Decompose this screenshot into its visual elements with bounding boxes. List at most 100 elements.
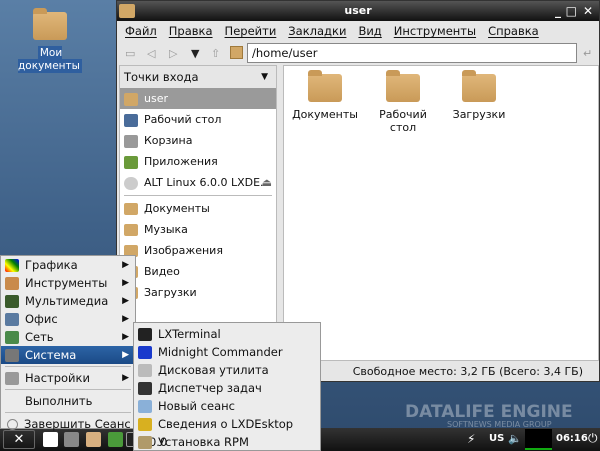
minimize-button[interactable]: _ [555, 1, 561, 21]
menu-tools[interactable]: Инструменты [394, 21, 476, 41]
menu-item-label: Новый сеанс [158, 399, 235, 413]
new-session-icon [138, 400, 152, 413]
submenu-item-mc[interactable]: Midnight Commander [134, 343, 320, 361]
submenu-arrow-icon: ▶ [122, 296, 129, 306]
back-icon[interactable]: ◁ [147, 47, 155, 60]
submenu-item-task-manager[interactable]: Диспетчер задач [134, 379, 320, 397]
desktop-icon-label: Мои документы [18, 46, 82, 73]
submenu-item-about[interactable]: Сведения о LXDEsktop 6.0.0 [134, 415, 320, 449]
desktop-icon-my-documents[interactable]: Мои документы [10, 8, 90, 73]
file-item[interactable]: Рабочий стол [368, 70, 438, 134]
network-icon [5, 331, 19, 344]
menu-item-run[interactable]: Выполнить [1, 392, 135, 410]
menu-edit[interactable]: Правка [169, 21, 213, 41]
network-status-icon[interactable]: ⚡ [467, 432, 475, 446]
sidebar-item-user[interactable]: user [120, 88, 276, 109]
task-manager-icon [138, 382, 152, 395]
settings-icon [5, 372, 19, 385]
history-dropdown-icon[interactable]: ▼ [191, 47, 199, 60]
tools-icon [5, 277, 19, 290]
file-item[interactable]: Загрузки [444, 70, 514, 121]
sidebar-item-label: Документы [144, 202, 210, 215]
menu-item-label: Дисковая утилита [158, 363, 269, 377]
folder-icon [124, 224, 138, 236]
menu-bar: Файл Правка Перейти Закладки Вид Инструм… [117, 21, 599, 41]
volume-icon[interactable]: 🔈 [508, 432, 522, 445]
watermark-title: DATALIFE ENGINE [405, 402, 573, 422]
browser-icon[interactable] [108, 432, 123, 447]
cpu-graph [525, 429, 552, 450]
sidebar-item-applications[interactable]: Приложения [120, 151, 276, 172]
address-input[interactable]: /home/user [247, 43, 577, 63]
graphics-icon [5, 259, 19, 272]
menu-item-network[interactable]: Сеть ▶ [1, 328, 135, 346]
title-bar[interactable]: user _ □ ✕ [117, 1, 599, 21]
menu-item-label: Midnight Commander [158, 345, 283, 359]
start-menu: Графика ▶ Инструменты ▶ Мультимедиа ▶ Офис ▶… [0, 255, 136, 431]
menu-item-label: Графика [25, 258, 78, 272]
menu-file[interactable]: Файл [125, 21, 157, 41]
media-player-icon[interactable] [64, 432, 79, 447]
menu-item-label: Установка RPM [158, 435, 249, 449]
menu-item-multimedia[interactable]: Мультимедиа ▶ [1, 292, 135, 310]
mail-icon[interactable] [86, 432, 101, 447]
butterfly-icon: ✕ [13, 432, 25, 447]
menu-go[interactable]: Перейти [225, 21, 277, 41]
sidebar-header-label: Точки входа [124, 70, 199, 84]
menu-item-graphics[interactable]: Графика ▶ [1, 256, 135, 274]
power-icon[interactable]: ⏻ [588, 431, 598, 446]
sidebar-item-trash[interactable]: Корзина [120, 130, 276, 151]
chevron-down-icon[interactable]: ▼ [261, 66, 268, 88]
menu-item-tools[interactable]: Инструменты ▶ [1, 274, 135, 292]
menu-view[interactable]: Вид [358, 21, 381, 41]
menu-bookmarks[interactable]: Закладки [288, 21, 346, 41]
submenu-arrow-icon: ▶ [122, 278, 129, 288]
close-button[interactable]: ✕ [583, 1, 593, 21]
sidebar-item-disc[interactable]: ALT Linux 6.0.0 LXDE... ⏏ [120, 172, 276, 193]
submenu-arrow-icon: ▶ [122, 332, 129, 342]
sidebar-item-label: Рабочий стол [144, 113, 222, 126]
go-icon[interactable]: ↵ [583, 47, 592, 60]
submenu-arrow-icon: ▶ [122, 314, 129, 324]
menu-item-logout[interactable]: Завершить Сеанс [1, 415, 135, 433]
sidebar-bookmark[interactable]: Видео [120, 261, 276, 282]
sidebar-header[interactable]: Точки входа ▼ [120, 66, 276, 88]
maximize-button[interactable]: □ [566, 1, 577, 21]
forward-icon[interactable]: ▷ [169, 47, 177, 60]
show-desktop-icon[interactable] [43, 432, 58, 447]
home-icon[interactable] [230, 46, 243, 59]
sidebar-bookmark[interactable]: Музыка [120, 219, 276, 240]
app-icon [119, 4, 135, 18]
submenu-arrow-icon: ▶ [122, 260, 129, 270]
home-folder-icon [124, 92, 138, 106]
submenu-item-new-session[interactable]: Новый сеанс [134, 397, 320, 415]
menu-item-label: Сеть [25, 330, 54, 344]
menu-item-office[interactable]: Офис ▶ [1, 310, 135, 328]
file-label: Документы [292, 108, 358, 121]
new-tab-icon[interactable]: ▭ [125, 47, 135, 60]
sidebar-bookmark[interactable]: Документы [120, 198, 276, 219]
toolbar: ▭ ◁ ▷ ▼ ⇧ /home/user ↵ [117, 41, 599, 65]
submenu-item-disk-utility[interactable]: Дисковая утилита [134, 361, 320, 379]
clock[interactable]: 06:16 [556, 433, 588, 444]
eject-icon[interactable]: ⏏ [262, 172, 272, 193]
sidebar-item-desktop[interactable]: Рабочий стол [120, 109, 276, 130]
menu-item-settings[interactable]: Настройки ▶ [1, 369, 135, 387]
menu-item-label: Инструменты [25, 276, 108, 290]
menu-item-system[interactable]: Система ▶ [1, 346, 135, 364]
submenu-item-lxterminal[interactable]: LXTerminal [134, 325, 320, 343]
places-sidebar: Точки входа ▼ user Рабочий стол Корзина П… [119, 65, 277, 361]
file-item[interactable]: Документы [290, 70, 360, 121]
keyboard-layout[interactable]: US [489, 433, 504, 444]
up-icon[interactable]: ⇧ [211, 47, 220, 60]
separator [5, 412, 131, 413]
submenu-arrow-icon: ▶ [122, 373, 129, 383]
sidebar-bookmark[interactable]: Изображения [120, 240, 276, 261]
submenu-item-rpm[interactable]: Установка RPM [134, 433, 320, 451]
menu-item-label: LXTerminal [158, 327, 221, 341]
sidebar-bookmark[interactable]: Загрузки [120, 282, 276, 303]
separator [124, 195, 272, 196]
menu-help[interactable]: Справка [488, 21, 539, 41]
trash-icon [124, 134, 138, 148]
separator [5, 389, 131, 390]
